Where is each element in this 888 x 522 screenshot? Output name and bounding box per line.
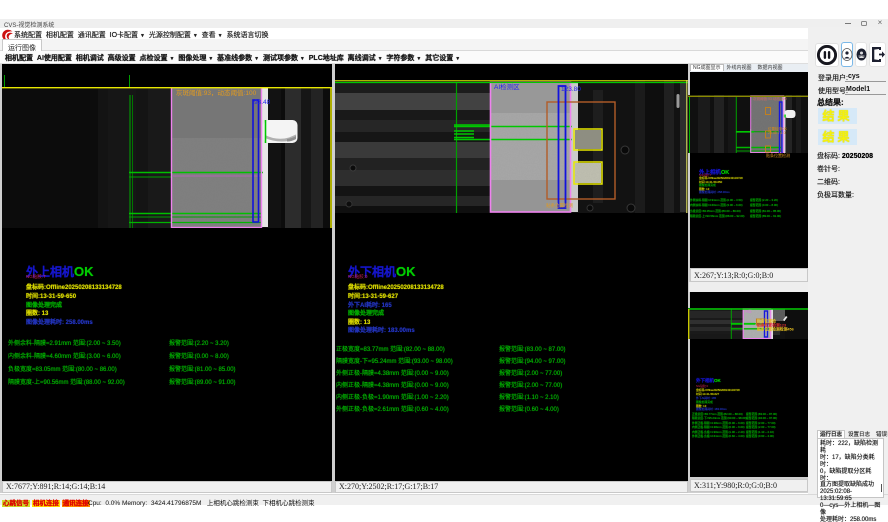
svg-text:灰斑阈值:93 动态:100: 灰斑阈值:93 动态:100: [753, 96, 787, 101]
svg-text:灰斑阈值:93，动态阈值:100: 灰斑阈值:93，动态阈值:100: [176, 88, 257, 97]
svg-text:AI检测区: AI检测区: [494, 82, 520, 91]
svg-text:贴条位置检测: 贴条位置检测: [546, 202, 573, 209]
svg-text:贴条位置检测检测456: 贴条位置检测检测456: [757, 327, 794, 332]
svg-text:123.80: 123.80: [561, 86, 581, 93]
svg-text:93.48: 93.48: [254, 99, 271, 106]
svg-text:AI区: AI区: [745, 310, 752, 314]
svg-text:23.48 7.1 0: 23.48 7.1 0: [768, 131, 786, 135]
